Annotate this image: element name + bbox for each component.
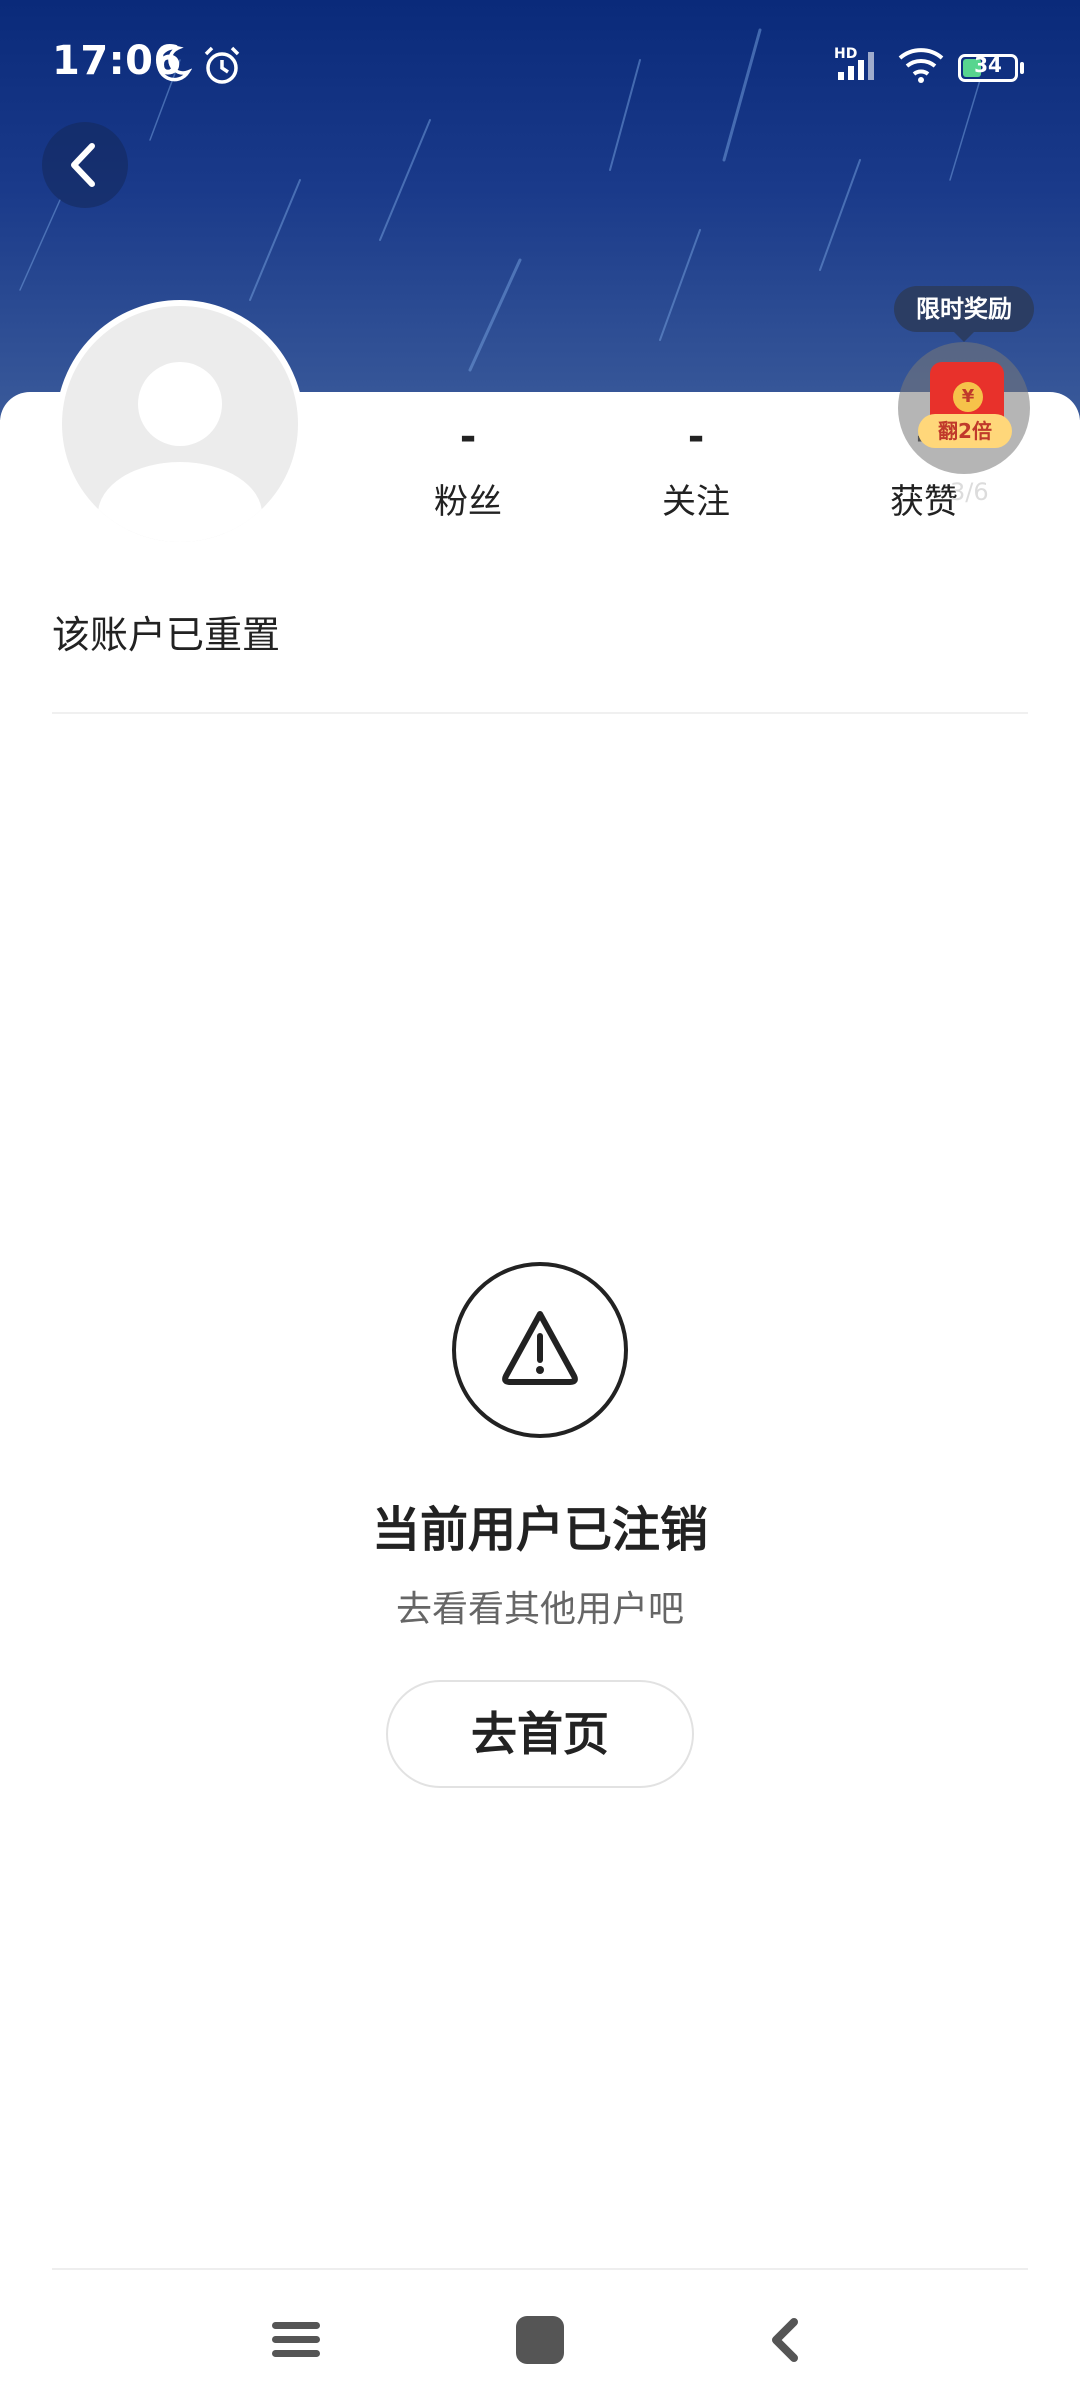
go-home-button[interactable]: 去首页 — [386, 1680, 694, 1788]
reward-counter: 3/6 — [950, 478, 989, 506]
stat-value: - — [687, 414, 705, 460]
empty-state-subtitle: 去看看其他用户吧 — [395, 1589, 684, 1630]
battery-level: 34 — [974, 53, 1002, 77]
battery-icon: 34 — [958, 53, 1018, 82]
coin-icon: ¥ — [953, 382, 983, 412]
moon-icon — [152, 44, 193, 88]
nav-divider — [52, 2268, 1028, 2270]
home-nav-button[interactable] — [500, 2300, 580, 2380]
warning-icon — [452, 1262, 628, 1438]
stat-label: 粉丝 — [434, 482, 502, 522]
empty-state-title: 当前用户已注销 — [371, 1502, 708, 1558]
back-button[interactable] — [42, 122, 128, 208]
default-avatar-icon — [98, 362, 262, 542]
divider — [52, 712, 1028, 714]
account-name: 该账户已重置 — [52, 613, 281, 657]
stat-following[interactable]: - 关注 — [606, 412, 786, 523]
stat-label: 关注 — [662, 482, 730, 522]
nav-back-button[interactable] — [746, 2300, 826, 2380]
battery-tip — [1020, 62, 1024, 74]
back-arrow-icon — [71, 143, 95, 187]
menu-button[interactable] — [256, 2300, 336, 2380]
stat-value: - — [459, 414, 477, 460]
alarm-icon — [200, 44, 244, 92]
menu-icon — [272, 2322, 320, 2357]
reward-multiplier-tag: 翻2倍 — [918, 414, 1012, 448]
reward-badge[interactable]: 限时奖励 — [894, 286, 1034, 342]
avatar[interactable] — [56, 300, 304, 548]
status-bar: 17:06 HD 34 — [0, 0, 1080, 130]
home-square-icon — [516, 2316, 564, 2364]
nav-back-icon — [772, 2318, 798, 2362]
stat-followers[interactable]: - 粉丝 — [378, 412, 558, 523]
wifi-icon — [896, 46, 946, 88]
